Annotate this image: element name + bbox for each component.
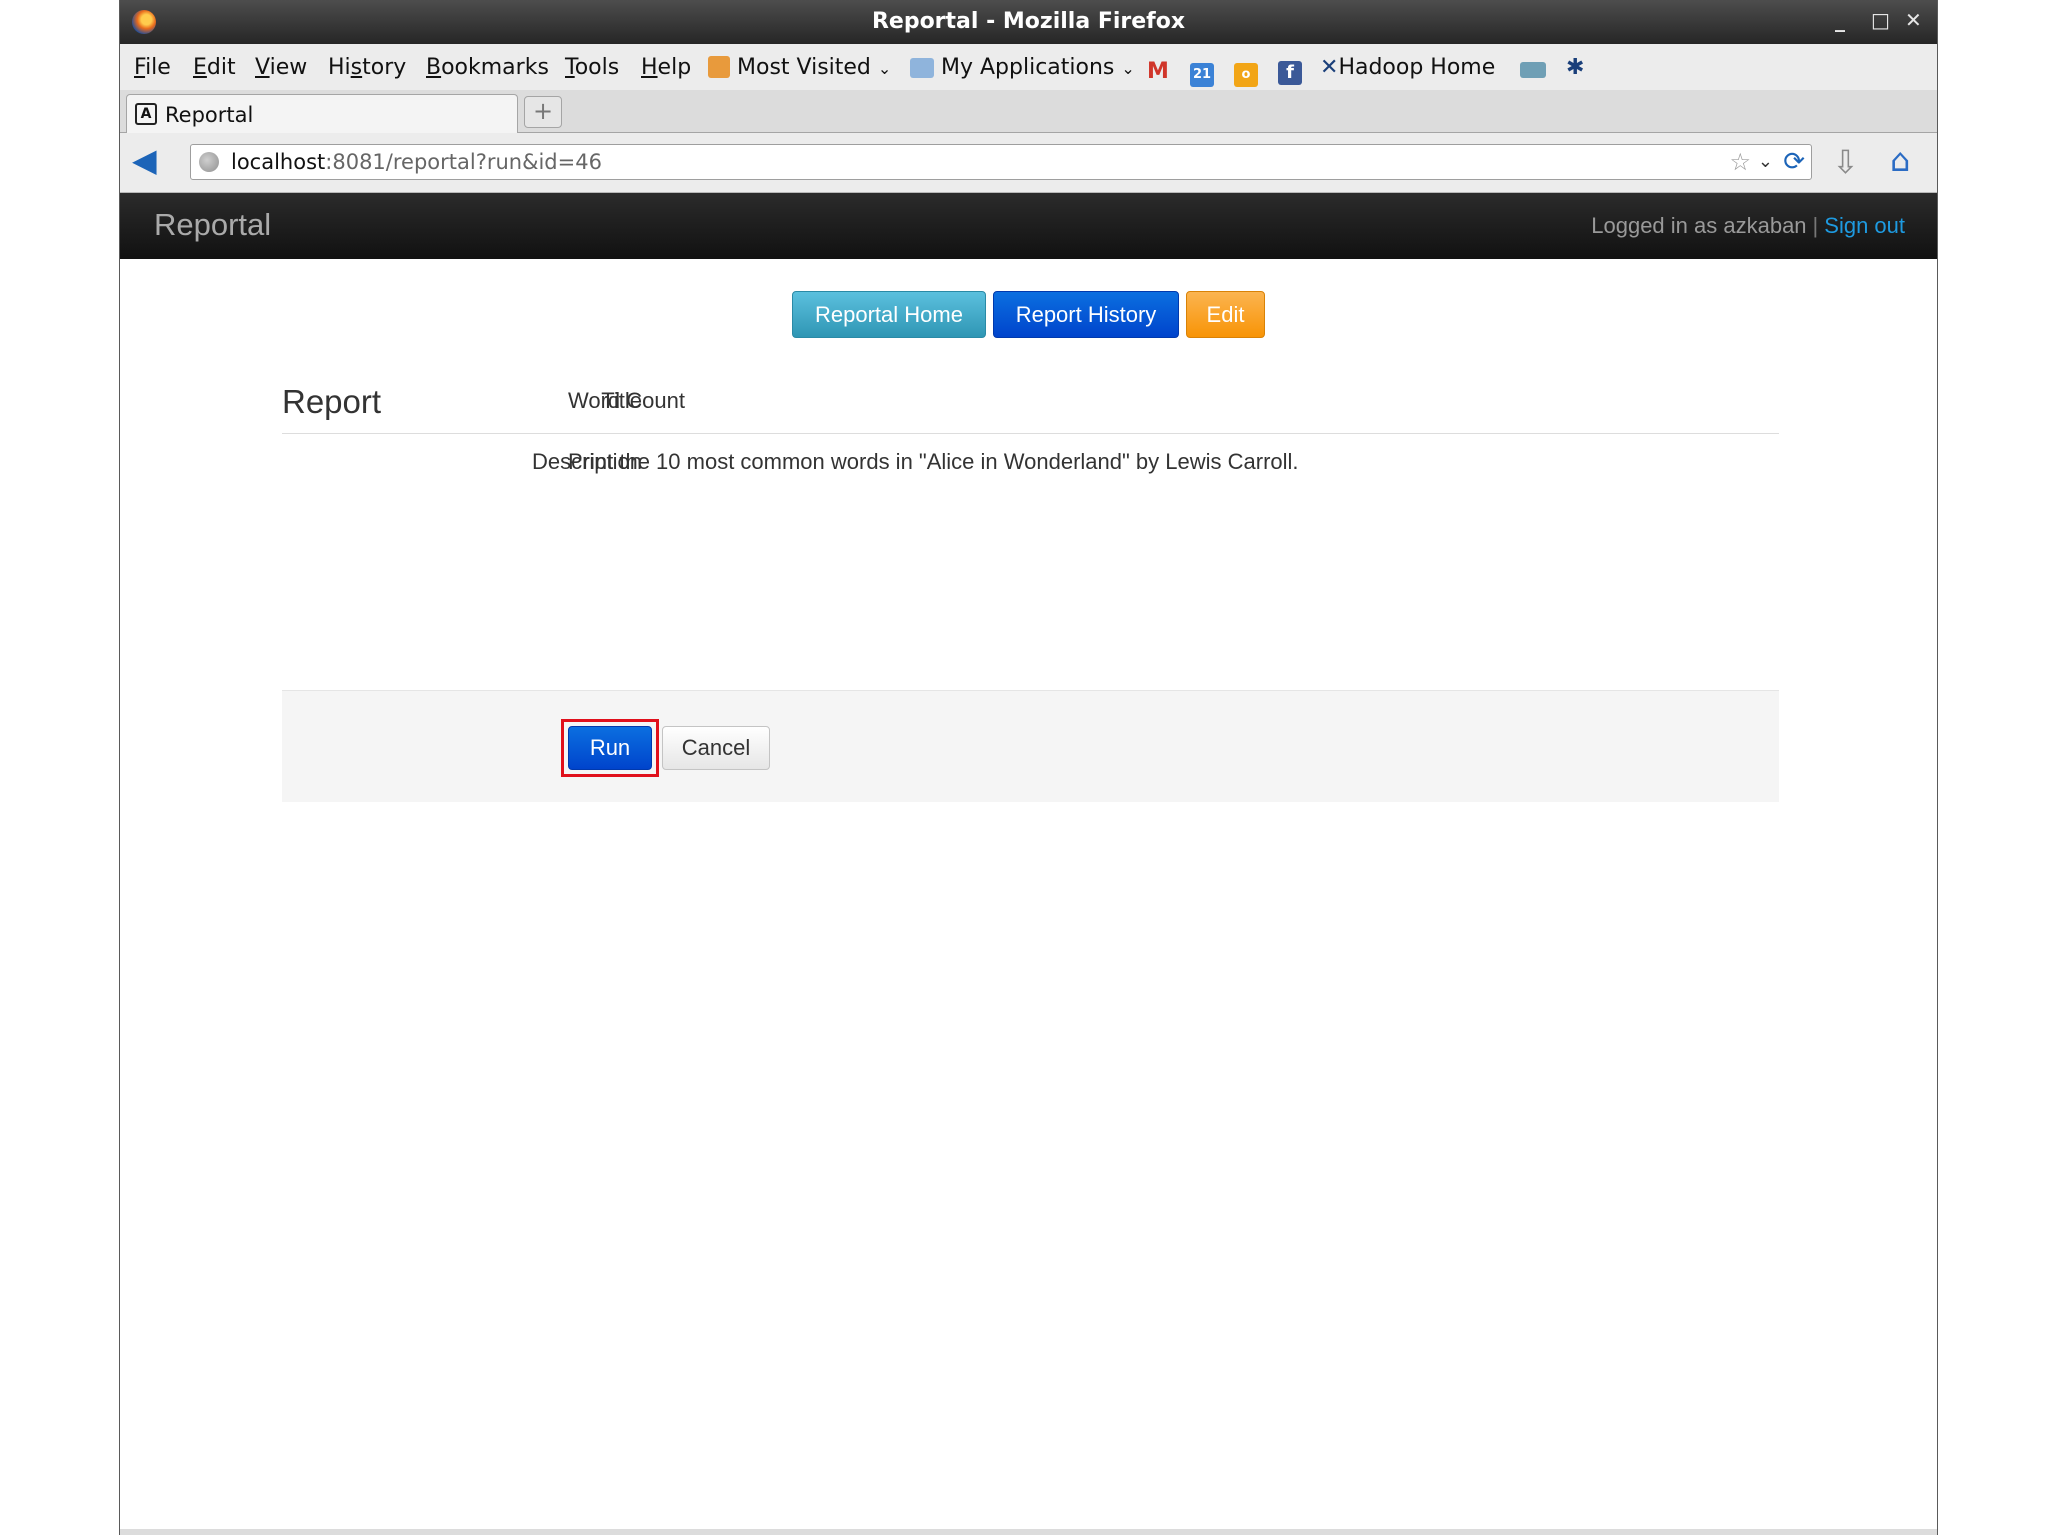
run-button[interactable]: Run xyxy=(568,726,652,770)
menu-tools[interactable]: Tools xyxy=(565,55,619,80)
bookmark-star-icon[interactable]: ☆ xyxy=(1729,148,1751,176)
window-titlebar: Reportal - Mozilla Firefox _ □ ✕ xyxy=(120,0,1937,44)
home-icon[interactable]: ⌂ xyxy=(1890,141,1910,179)
url-dropdown-icon[interactable]: ⌄ xyxy=(1758,151,1773,172)
status-edge xyxy=(120,1529,1937,1535)
menu-file[interactable]: File xyxy=(134,55,171,80)
back-arrow-icon[interactable]: ◀ xyxy=(132,143,166,177)
menu-bookmarks[interactable]: Bookmarks xyxy=(426,55,549,80)
edit-button[interactable]: Edit xyxy=(1186,291,1265,338)
chevron-down-icon: ⌄ xyxy=(877,59,892,78)
chevron-down-icon: ⌄ xyxy=(1121,59,1135,78)
minimize-button[interactable]: _ xyxy=(1835,8,1845,32)
title-value: Word Count xyxy=(568,388,685,413)
maximize-button[interactable]: □ xyxy=(1871,8,1890,32)
menu-history[interactable]: History xyxy=(328,55,406,80)
tab-bar: A Reportal + xyxy=(120,90,1937,134)
menu-view[interactable]: View xyxy=(255,55,307,80)
reportal-favicon-icon: A xyxy=(135,103,157,125)
menubar: File Edit View History Bookmarks Tools H… xyxy=(120,44,1937,90)
cancel-button[interactable]: Cancel xyxy=(662,726,770,770)
gmail-icon: M xyxy=(1147,59,1169,84)
window-title: Reportal - Mozilla Firefox xyxy=(871,9,1186,34)
tab-reportal[interactable]: A Reportal xyxy=(126,94,518,134)
bookmark-outlook[interactable]: o xyxy=(1234,55,1258,87)
sign-out-link[interactable]: Sign out xyxy=(1824,213,1905,238)
bookmark-calendar[interactable]: 21 xyxy=(1190,55,1214,87)
bookmark-tool[interactable]: ✱ xyxy=(1566,55,1584,80)
new-tab-button[interactable]: + xyxy=(524,96,562,128)
facebook-icon: f xyxy=(1278,61,1302,85)
elephant-icon xyxy=(1520,62,1546,78)
heading-divider xyxy=(282,433,1779,434)
reload-icon[interactable]: ⟳ xyxy=(1783,147,1805,177)
bookmark-gmail[interactable]: M xyxy=(1146,55,1170,84)
globe-icon xyxy=(199,152,219,172)
url-text: localhost:8081/reportal?run&id=46 xyxy=(231,150,602,174)
download-icon[interactable]: ⇩ xyxy=(1832,143,1859,181)
report-history-button[interactable]: Report History xyxy=(993,291,1179,338)
description-value: Print the 10 most common words in "Alice… xyxy=(568,449,1299,474)
bookmark-hadoop-home[interactable]: ✕Hadoop Home xyxy=(1320,55,1495,80)
menu-help[interactable]: Help xyxy=(641,55,691,80)
login-status: Logged in as azkaban | Sign out xyxy=(1591,213,1905,238)
tab-label: Reportal xyxy=(165,103,254,127)
page-title: Report xyxy=(282,383,382,420)
gear-person-icon: ✱ xyxy=(1566,55,1585,80)
app-navbar: Reportal Logged in as azkaban | Sign out xyxy=(120,193,1937,259)
hadoop-icon: ✕ xyxy=(1320,55,1339,80)
web-page: Reportal Logged in as azkaban | Sign out R… xyxy=(120,193,1937,1535)
calendar-icon: 21 xyxy=(1190,63,1214,87)
url-bar[interactable]: localhost:8081/reportal?run&id=46 ☆ ⌄ ⟳ xyxy=(190,144,1812,180)
most-visited-folder-icon xyxy=(708,56,730,78)
bookmark-elephant[interactable] xyxy=(1520,55,1546,80)
form-actions: Run Cancel xyxy=(282,690,1779,802)
bookmark-my-applications[interactable]: My Applications ⌄ xyxy=(910,55,1135,80)
browser-window: Reportal - Mozilla Firefox _ □ ✕ File Ed… xyxy=(119,0,1938,1535)
bookmark-facebook[interactable]: f xyxy=(1278,55,1302,85)
reportal-home-button[interactable]: Reportal Home xyxy=(792,291,986,338)
close-window-button[interactable]: ✕ xyxy=(1905,8,1922,32)
bookmark-most-visited[interactable]: Most Visited ⌄ xyxy=(708,55,891,80)
outlook-icon: o xyxy=(1234,63,1258,87)
app-brand[interactable]: Reportal xyxy=(154,207,271,243)
menu-edit[interactable]: Edit xyxy=(193,55,236,80)
folder-icon xyxy=(910,58,934,78)
navigation-bar: ◀ localhost:8081/reportal?run&id=46 ☆ ⌄ … xyxy=(120,133,1937,193)
